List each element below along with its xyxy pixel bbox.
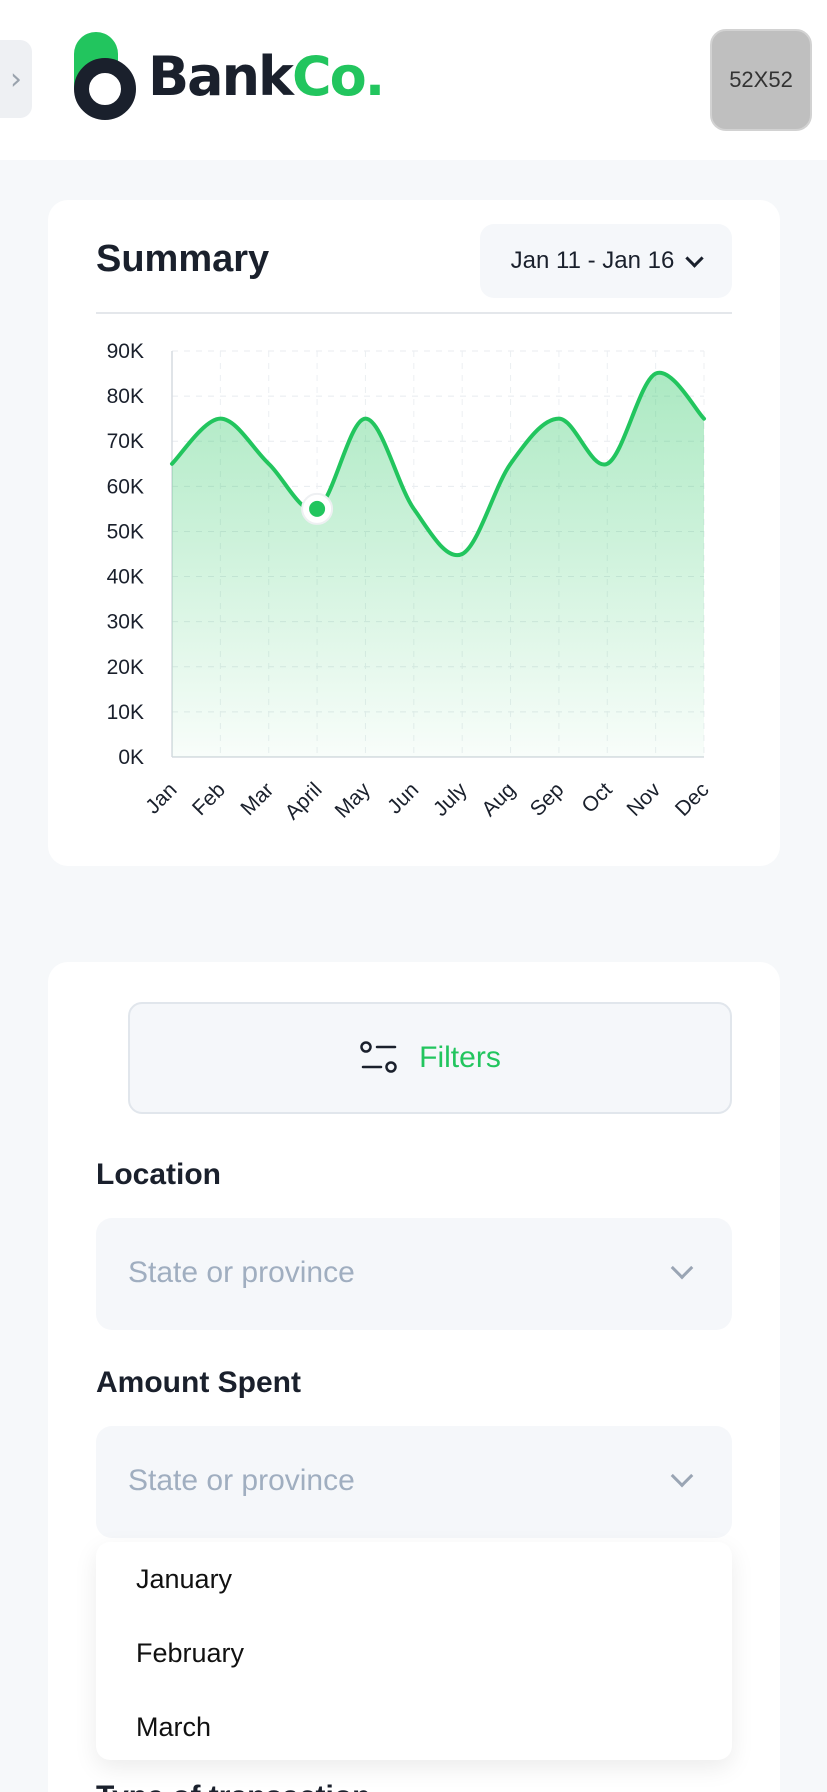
filters-button-label: Filters xyxy=(419,1041,501,1074)
y-tick-label: 80K xyxy=(107,385,144,408)
summary-title: Summary xyxy=(96,238,270,280)
x-tick-label: May xyxy=(331,778,376,823)
amount-spent-label: Amount Spent xyxy=(96,1366,301,1399)
amount-spent-select[interactable]: State or province xyxy=(96,1426,732,1538)
bankco-logo[interactable]: BankCo. xyxy=(72,30,385,122)
y-tick-label: 20K xyxy=(107,656,144,679)
logo-mark-icon xyxy=(72,30,138,122)
y-tick-label: 40K xyxy=(107,566,144,589)
chevron-down-icon xyxy=(685,248,705,268)
x-tick-label: Aug xyxy=(477,778,520,821)
filters-button[interactable]: Filters xyxy=(128,1002,732,1114)
filters-card: Filters Location State or province Amoun… xyxy=(48,962,780,1792)
y-tick-label: 90K xyxy=(107,340,144,363)
y-tick-label: 0K xyxy=(118,746,144,769)
x-tick-label: Nov xyxy=(622,778,665,821)
x-tick-label: Jun xyxy=(383,778,423,818)
chevron-down-icon xyxy=(670,1256,694,1280)
location-select[interactable]: State or province xyxy=(96,1218,732,1330)
chevron-down-icon xyxy=(670,1464,694,1488)
dropdown-option-january[interactable]: January xyxy=(136,1564,232,1595)
summary-area-chart: 0K 10K 20K 30K 40K 50K 60K 70K 80K 90K Jan Feb Mar Ap… xyxy=(107,340,714,824)
y-tick-label: 10K xyxy=(107,701,144,724)
date-range-label: Jan 11 - Jan 16 xyxy=(510,247,675,274)
location-placeholder: State or province xyxy=(128,1256,355,1289)
x-tick-label: Feb xyxy=(188,778,230,820)
location-label: Location xyxy=(96,1158,221,1191)
x-tick-label: Oct xyxy=(577,778,616,817)
chevron-right-icon: › xyxy=(10,61,22,97)
amount-spent-dropdown: January February March xyxy=(96,1542,732,1760)
transaction-type-label: Type of transaction xyxy=(96,1780,370,1792)
x-tick-label: Mar xyxy=(236,778,278,820)
app-header: › BankCo. 52X52 xyxy=(0,0,827,160)
sidebar-toggle-button[interactable]: › xyxy=(0,40,32,118)
y-tick-label: 70K xyxy=(107,430,144,453)
amount-spent-placeholder: State or province xyxy=(128,1464,355,1497)
y-tick-label: 50K xyxy=(107,520,144,543)
dropdown-option-february[interactable]: February xyxy=(136,1638,244,1669)
x-tick-label: Jan xyxy=(141,778,181,818)
series-area-fill xyxy=(172,372,704,757)
x-tick-label: April xyxy=(281,778,327,824)
x-tick-label: July xyxy=(429,778,472,821)
x-tick-label: Sep xyxy=(526,778,569,821)
sliders-icon xyxy=(360,1041,397,1073)
y-tick-label: 30K xyxy=(107,611,144,634)
summary-card: Summary Jan 11 - Jan 16 0K 10K 20K 30K 40K 50… xyxy=(48,200,780,866)
logo-text: BankCo. xyxy=(148,44,385,108)
x-tick-label: Dec xyxy=(671,778,714,821)
y-tick-label: 60K xyxy=(107,475,144,498)
summary-divider xyxy=(96,312,732,314)
highlight-point xyxy=(309,500,326,517)
date-range-select[interactable]: Jan 11 - Jan 16 xyxy=(480,224,732,298)
dropdown-option-march[interactable]: March xyxy=(136,1712,211,1743)
user-avatar[interactable]: 52X52 xyxy=(710,29,812,131)
